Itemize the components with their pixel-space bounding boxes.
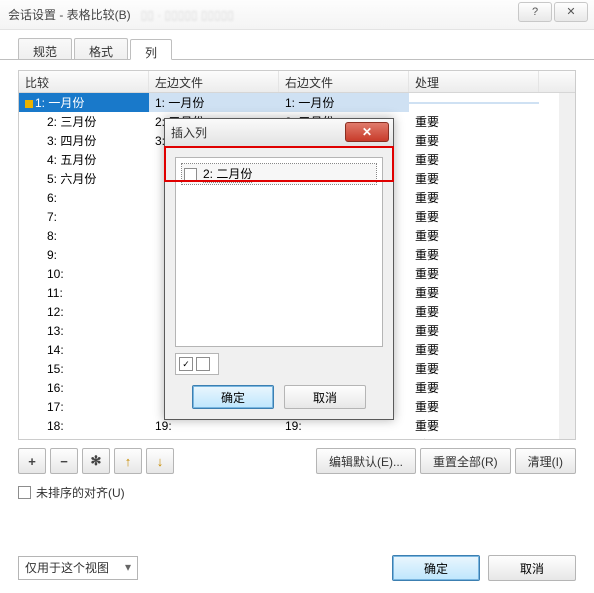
move-down-button[interactable]: ↓ [146, 448, 174, 474]
cell-compare: 7: [19, 209, 149, 225]
cell-proc: 重要 [409, 112, 539, 131]
cell-compare: 16: [19, 380, 149, 396]
cell-compare: 17: [19, 399, 149, 415]
toolbar: + − ✻ ↑ ↓ 编辑默认(E)... 重置全部(R) 清理(I) [18, 448, 576, 474]
titlebar: 会话设置 - 表格比较(B) ▯▯ · ▯▯▯▯▯ ▯▯▯▯▯ ? ✕ [0, 0, 594, 30]
cell-compare: 5: 六月份 [19, 169, 149, 188]
reset-all-button[interactable]: 重置全部(R) [420, 448, 511, 474]
list-item[interactable]: 2: 二月份 [182, 164, 376, 184]
unsorted-align-row: 未排序的对齐(U) [18, 484, 576, 501]
dialog-cancel-button[interactable]: 取消 [284, 385, 366, 409]
check-all-off-icon [196, 357, 210, 371]
column-list[interactable]: 2: 二月份 [175, 157, 383, 347]
cell-proc: 重要 [409, 435, 539, 440]
dialog-ok-button[interactable]: 确定 [192, 385, 274, 409]
scope-combo[interactable]: 仅用于这个视图 [18, 556, 138, 580]
cell-proc: 重要 [409, 416, 539, 435]
help-button[interactable]: ? [518, 2, 552, 22]
col-left[interactable]: 左边文件 [149, 71, 279, 92]
cell-proc: 重要 [409, 264, 539, 283]
vertical-scrollbar[interactable] [559, 93, 575, 439]
cell-compare: 8: [19, 228, 149, 244]
title-blur: ▯▯ · ▯▯▯▯▯ ▯▯▯▯▯ [141, 8, 234, 22]
item-label: 2: 二月份 [203, 165, 252, 183]
check-all-toggle[interactable]: ✓ [175, 353, 219, 375]
cell-proc: 重要 [409, 378, 539, 397]
dialog-close-button[interactable]: ✕ [345, 122, 389, 142]
dialog-titlebar[interactable]: 插入列 ✕ [165, 119, 393, 147]
add-button[interactable]: + [18, 448, 46, 474]
col-compare[interactable]: 比较 [19, 71, 149, 92]
insert-column-dialog: 插入列 ✕ 2: 二月份 ✓ 确定 取消 [164, 118, 394, 420]
cell-proc: 重要 [409, 226, 539, 245]
unsorted-align-label: 未排序的对齐(U) [36, 484, 125, 501]
cell-right: 1: 一月份 [279, 93, 409, 112]
cell-compare: 9: [19, 247, 149, 263]
cell-proc: 重要 [409, 169, 539, 188]
cell-compare: 11: [19, 285, 149, 301]
col-right[interactable]: 右边文件 [279, 71, 409, 92]
move-up-button[interactable]: ↑ [114, 448, 142, 474]
tab-spec[interactable]: 规范 [18, 38, 72, 59]
cell-left: 20: [149, 437, 279, 441]
cell-compare: 19: [19, 437, 149, 441]
cell-proc: 重要 [409, 207, 539, 226]
cell-proc: 重要 [409, 245, 539, 264]
cell-compare: 2: 三月份 [19, 112, 149, 131]
dialog-title: 插入列 [171, 124, 207, 141]
cell-left: 1: 一月份 [149, 93, 279, 112]
cell-compare: 1: 一月份 [19, 93, 149, 112]
dialog-body: 2: 二月份 ✓ 确定 取消 [165, 147, 393, 419]
edit-default-button[interactable]: 编辑默认(E)... [316, 448, 416, 474]
cell-compare: 10: [19, 266, 149, 282]
cell-compare: 13: [19, 323, 149, 339]
close-button[interactable]: ✕ [554, 2, 588, 22]
cell-proc [409, 102, 539, 104]
tabs: 规范 格式 列 [0, 30, 594, 60]
cell-compare: 15: [19, 361, 149, 377]
item-checkbox[interactable] [184, 168, 197, 181]
cell-proc: 重要 [409, 131, 539, 150]
close-icon: ✕ [362, 125, 372, 139]
cell-compare: 18: [19, 418, 149, 434]
window-title: 会话设置 - 表格比较(B) [8, 6, 131, 23]
cell-proc: 重要 [409, 321, 539, 340]
settings-button[interactable]: ✻ [82, 448, 110, 474]
window: 会话设置 - 表格比较(B) ▯▯ · ▯▯▯▯▯ ▯▯▯▯▯ ? ✕ 规范 格… [0, 0, 594, 593]
cell-compare: 4: 五月份 [19, 150, 149, 169]
ok-button[interactable]: 确定 [392, 555, 480, 581]
table-row[interactable]: 19: 20:20:重要 [19, 435, 575, 440]
col-proc[interactable]: 处理 [409, 71, 539, 92]
unsorted-align-checkbox[interactable] [18, 486, 31, 499]
cancel-button[interactable]: 取消 [488, 555, 576, 581]
grid-header: 比较 左边文件 右边文件 处理 [19, 71, 575, 93]
cell-compare: 14: [19, 342, 149, 358]
cell-right: 20: [279, 437, 409, 441]
cell-compare: 3: 四月份 [19, 131, 149, 150]
cell-proc: 重要 [409, 340, 539, 359]
cell-compare: 6: [19, 190, 149, 206]
key-icon [25, 100, 33, 108]
table-row[interactable]: 1: 一月份1: 一月份1: 一月份 [19, 93, 575, 112]
tab-columns[interactable]: 列 [130, 39, 172, 60]
footer: 仅用于这个视图 确定 取消 [18, 555, 576, 581]
cell-proc: 重要 [409, 188, 539, 207]
remove-button[interactable]: − [50, 448, 78, 474]
tab-format[interactable]: 格式 [74, 38, 128, 59]
cell-proc: 重要 [409, 359, 539, 378]
check-all-on-icon: ✓ [179, 357, 193, 371]
cell-proc: 重要 [409, 150, 539, 169]
cell-compare: 12: [19, 304, 149, 320]
cell-proc: 重要 [409, 397, 539, 416]
clean-button[interactable]: 清理(I) [515, 448, 576, 474]
cell-proc: 重要 [409, 302, 539, 321]
cell-proc: 重要 [409, 283, 539, 302]
